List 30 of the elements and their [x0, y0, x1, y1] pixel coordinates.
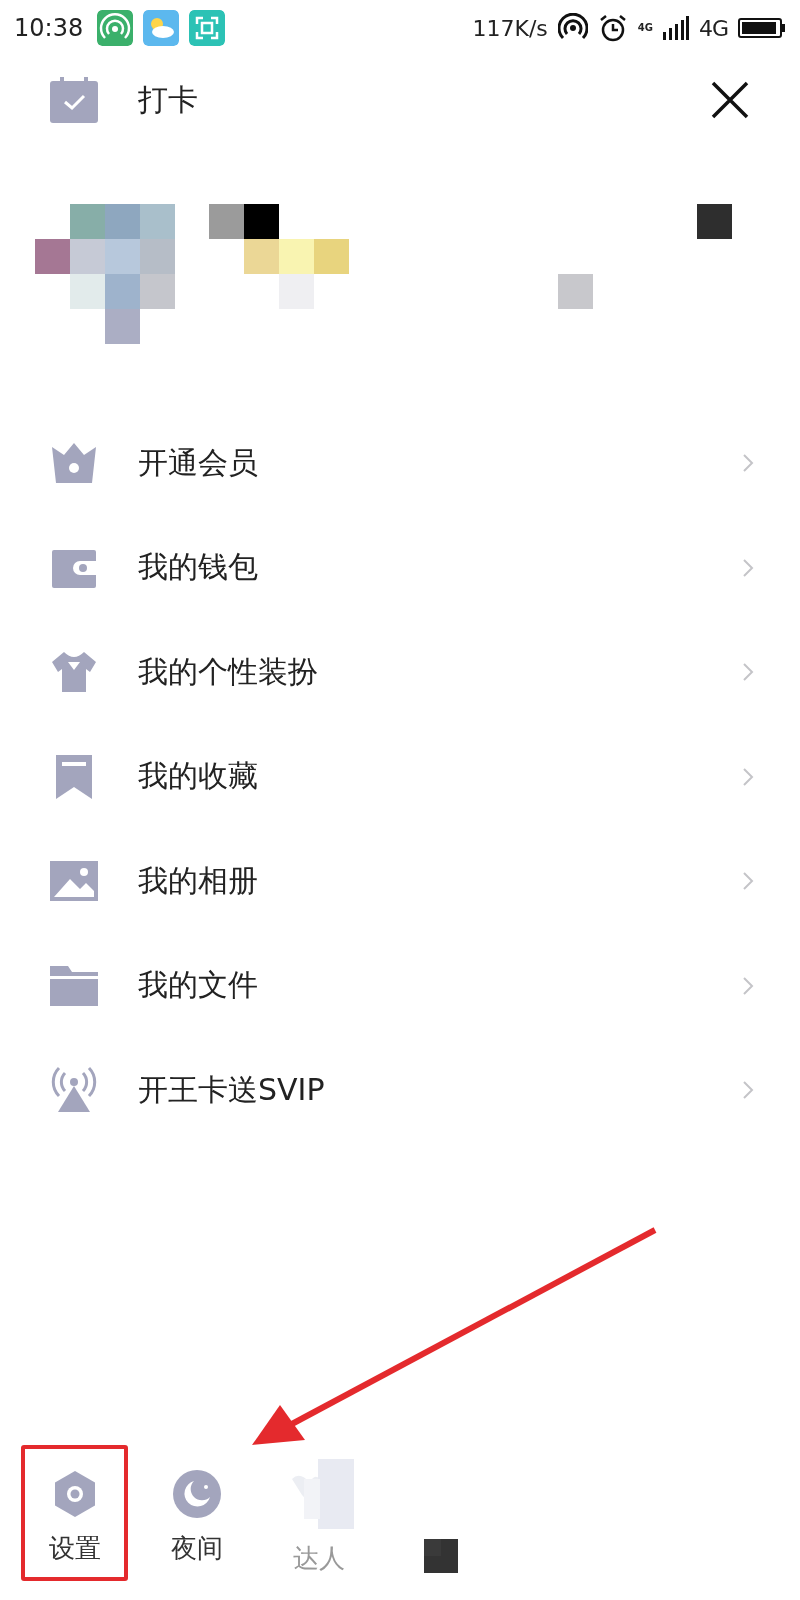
chevron-right-icon: [742, 766, 754, 787]
chevron-right-icon: [742, 453, 754, 474]
network-type: 4G: [698, 15, 728, 41]
menu-item[interactable]: 我的收藏: [138, 756, 742, 798]
chevron-right-icon: [742, 975, 754, 996]
menu-item[interactable]: 开王卡送SVIP: [138, 1069, 742, 1111]
menu-item[interactable]: 我的文件: [138, 965, 742, 1007]
bottom-item[interactable]: 设置: [21, 1445, 128, 1581]
calendar-check-icon[interactable]: [50, 77, 98, 123]
weather-app-icon: [143, 10, 180, 46]
scan-app-icon: [189, 10, 226, 46]
close-icon[interactable]: [710, 80, 750, 120]
menu-item[interactable]: 开通会员: [138, 442, 742, 484]
menu-item[interactable]: 我的钱包: [138, 547, 742, 589]
chevron-right-icon: [742, 557, 754, 578]
battery-icon: [738, 17, 786, 39]
menu-item[interactable]: 我的个性装扮: [138, 651, 742, 693]
chevron-right-icon: [742, 871, 754, 892]
chevron-right-icon: [742, 662, 754, 683]
bottom-item[interactable]: 夜间: [143, 1445, 250, 1581]
hotspot-app-icon: [97, 10, 134, 46]
chevron-right-icon: [742, 1080, 754, 1101]
moon-icon: [171, 1469, 222, 1519]
signal-icon: [662, 16, 689, 40]
menu-item[interactable]: 我的相册: [138, 860, 742, 902]
network-type-small: 4G: [637, 23, 653, 33]
network-speed: 117K/s: [472, 15, 548, 41]
antenna-icon: [50, 1066, 98, 1115]
status-time: 10:38: [14, 14, 84, 42]
check-in-title[interactable]: 打卡: [138, 79, 710, 121]
